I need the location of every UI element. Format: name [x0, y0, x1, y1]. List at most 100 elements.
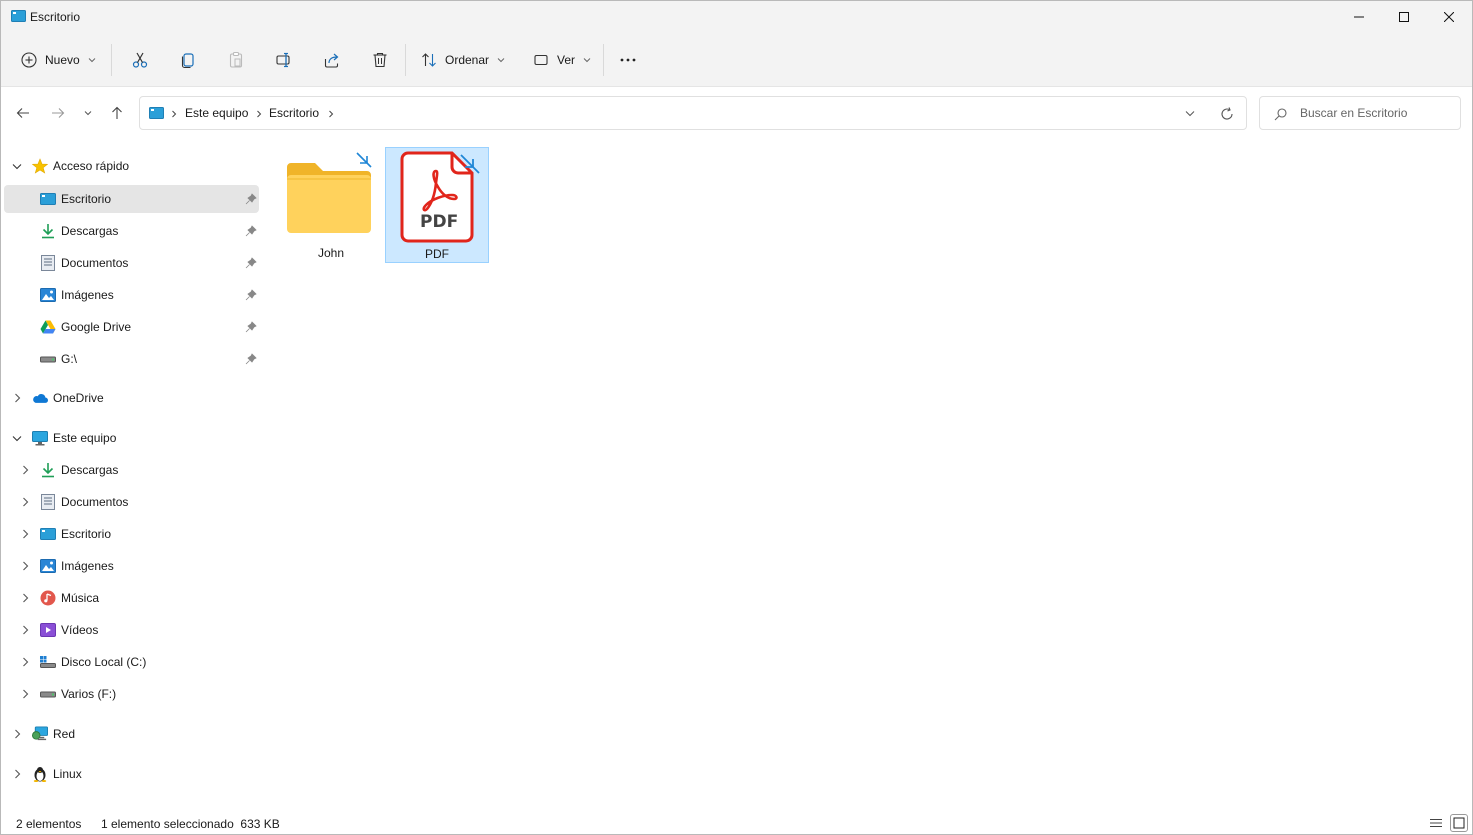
copy-button[interactable]: [173, 45, 203, 75]
chevron-down-icon: [583, 58, 591, 63]
minimize-icon: [1354, 16, 1364, 18]
chevron-right-icon[interactable]: [11, 768, 23, 780]
chevron-down-icon[interactable]: [11, 160, 23, 172]
search-icon: [1274, 108, 1287, 121]
large-icons-view-button[interactable]: [1450, 814, 1468, 832]
sidebar-item-musica[interactable]: Música: [1, 584, 263, 612]
chevron-down-icon[interactable]: [1185, 110, 1195, 117]
chevron-right-icon[interactable]: [19, 496, 31, 508]
chevron-right-icon[interactable]: [19, 656, 31, 668]
delete-button[interactable]: [365, 45, 395, 75]
sidebar-item-acceso-rapido[interactable]: Acceso rápido: [1, 152, 263, 180]
chevron-right-icon[interactable]: [19, 688, 31, 700]
sidebar-item-linux[interactable]: Linux: [1, 760, 263, 788]
sidebar-item-onedrive[interactable]: OneDrive: [1, 384, 263, 412]
details-view-icon: [1430, 819, 1442, 827]
sidebar-item-este-equipo[interactable]: Este equipo: [1, 424, 263, 452]
sort-icon: [422, 53, 436, 67]
folder-icon: [287, 163, 371, 233]
sidebar-item-imagenes-pc[interactable]: Imágenes: [1, 552, 263, 580]
separator: [405, 44, 406, 76]
cut-button[interactable]: [125, 45, 155, 75]
chevron-right-icon[interactable]: [19, 560, 31, 572]
sidebar-item-escritorio-pc[interactable]: Escritorio: [1, 520, 263, 548]
paste-button[interactable]: [221, 45, 251, 75]
sidebar-item-label: Google Drive: [61, 320, 132, 334]
sidebar-item-label: Descargas: [61, 463, 119, 477]
explorer-window: Escritorio Nuevo Ordenar Ver Este equipo…: [0, 0, 1473, 835]
chevron-right-icon[interactable]: [19, 592, 31, 604]
sidebar-item-label: Imágenes: [61, 559, 114, 573]
sidebar-item-varios-f[interactable]: Varios (F:): [1, 680, 263, 708]
onedrive-icon: [32, 390, 48, 406]
drive-icon: [40, 351, 56, 367]
sidebar-item-g-drive[interactable]: G:\: [4, 345, 259, 373]
back-button[interactable]: [10, 101, 36, 125]
videos-icon: [40, 622, 56, 638]
details-view-button[interactable]: [1428, 815, 1444, 831]
large-icons-view-icon: [1453, 817, 1465, 829]
chevron-right-icon[interactable]: [19, 528, 31, 540]
chevron-right-icon[interactable]: [19, 622, 31, 638]
up-button[interactable]: [104, 101, 130, 125]
pin-icon[interactable]: [245, 193, 257, 205]
more-icon: [620, 58, 636, 62]
title-bar: Escritorio: [1, 1, 1472, 33]
maximize-icon: [1399, 12, 1409, 22]
more-options-button[interactable]: [613, 45, 643, 75]
view-button[interactable]: Ver: [527, 45, 597, 75]
rename-button[interactable]: [269, 45, 299, 75]
sidebar-item-google-drive[interactable]: Google Drive: [4, 313, 259, 341]
window-title: Escritorio: [30, 10, 81, 24]
pin-icon[interactable]: [245, 321, 257, 333]
share-button[interactable]: [317, 45, 347, 75]
search-input[interactable]: Buscar en Escritorio: [1259, 96, 1461, 130]
chevron-right-icon[interactable]: [19, 464, 31, 476]
sidebar-item-label: Linux: [53, 767, 82, 781]
sidebar-item-escritorio[interactable]: Escritorio: [4, 185, 259, 213]
pin-icon[interactable]: [245, 225, 257, 237]
sidebar-item-imagenes[interactable]: Imágenes: [4, 281, 259, 309]
recent-locations-button[interactable]: [75, 101, 101, 125]
arrow-up-icon: [112, 106, 122, 119]
file-list-view: John PDF PDF: [263, 143, 1472, 803]
sidebar-item-descargas[interactable]: Descargas: [4, 217, 259, 245]
pin-icon[interactable]: [245, 289, 257, 301]
sidebar-item-descargas-pc[interactable]: Descargas: [1, 456, 263, 484]
chevron-down-icon[interactable]: [11, 432, 23, 444]
refresh-icon[interactable]: [1220, 107, 1234, 121]
pictures-icon: [40, 287, 56, 303]
desktop-icon: [40, 526, 56, 542]
sidebar-item-documentos-pc[interactable]: Documentos: [1, 488, 263, 516]
shortcut-arrow-icon: [460, 154, 480, 174]
new-button[interactable]: Nuevo: [15, 45, 102, 75]
sidebar-item-red[interactable]: Red: [1, 720, 263, 748]
pin-icon[interactable]: [245, 353, 257, 365]
sidebar-item-documentos[interactable]: Documentos: [4, 249, 259, 277]
sidebar-item-label: Imágenes: [61, 288, 114, 302]
pdf-badge-label: PDF: [420, 212, 459, 232]
chevron-right-icon: [172, 110, 177, 118]
share-icon: [324, 53, 339, 68]
desktop-icon: [11, 10, 26, 22]
file-item-john[interactable]: John: [279, 147, 383, 263]
address-bar[interactable]: Este equipo Escritorio: [139, 96, 1247, 130]
local-disk-icon: [40, 654, 56, 670]
google-drive-icon: [40, 319, 56, 335]
file-name: PDF: [425, 247, 449, 261]
maximize-button[interactable]: [1381, 1, 1427, 33]
sidebar-item-videos[interactable]: Vídeos: [1, 616, 263, 644]
breadcrumb-este-equipo[interactable]: Este equipo: [185, 106, 248, 120]
pin-icon[interactable]: [245, 257, 257, 269]
chevron-right-icon[interactable]: [328, 110, 334, 118]
breadcrumb-escritorio[interactable]: Escritorio: [269, 106, 319, 120]
forward-button[interactable]: [45, 101, 71, 125]
sidebar-item-disco-local-c[interactable]: Disco Local (C:): [1, 648, 263, 676]
close-button[interactable]: [1426, 1, 1472, 33]
chevron-right-icon[interactable]: [11, 728, 23, 740]
status-bar: 2 elementos 1 elemento seleccionado 633 …: [1, 811, 1472, 835]
chevron-right-icon[interactable]: [11, 392, 23, 404]
sort-button[interactable]: Ordenar: [415, 45, 511, 75]
minimize-button[interactable]: [1336, 1, 1382, 33]
file-item-pdf[interactable]: PDF PDF: [385, 147, 489, 263]
